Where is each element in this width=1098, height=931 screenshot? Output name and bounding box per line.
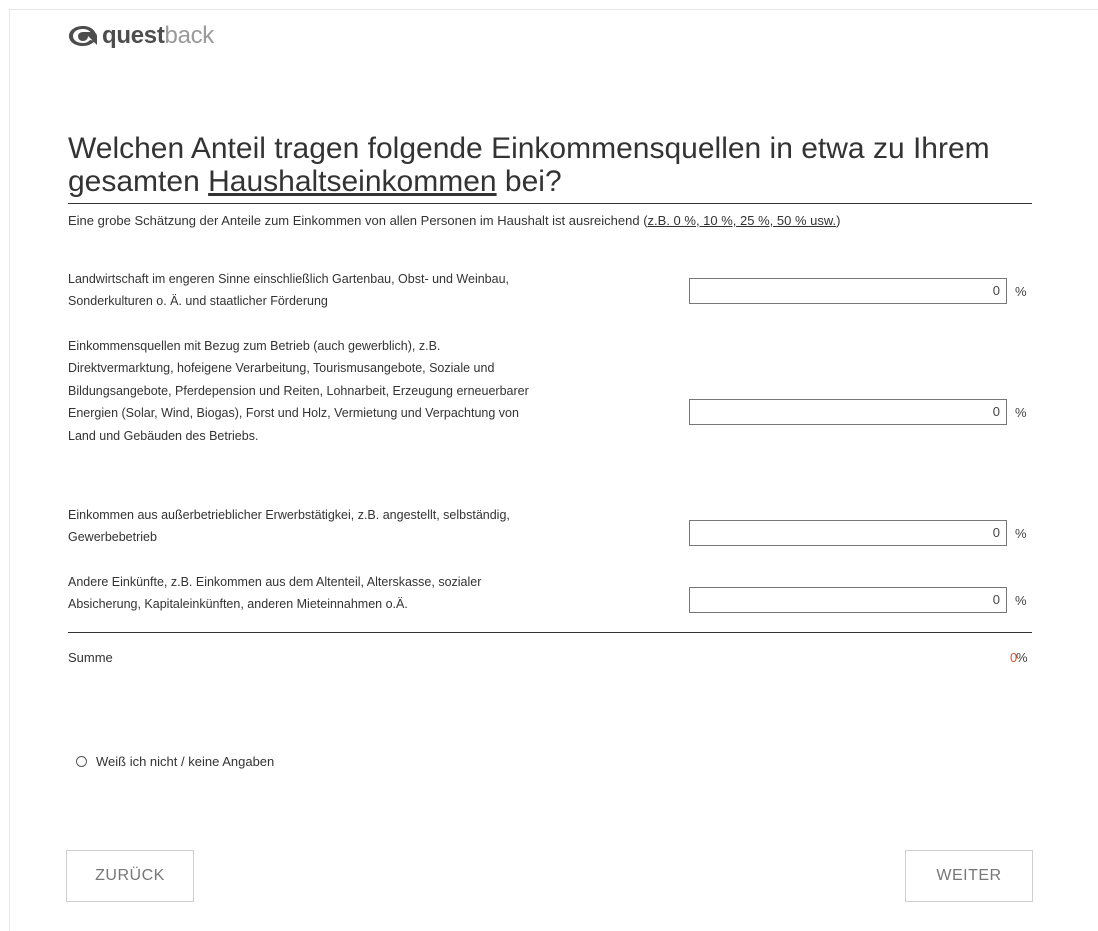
row-label-bold: Andere Einkünfte — [68, 575, 164, 589]
sum-divider — [68, 632, 1032, 633]
row-label: Einkommen aus außerbetrieblicher Erwerbs… — [68, 504, 538, 549]
row-label-bold: Landwirtschaft im engeren Sinne — [68, 272, 251, 286]
question-hint: Eine grobe Schätzung der Anteile zum Ein… — [68, 212, 1018, 230]
percent-unit: % — [1015, 405, 1027, 420]
logo-text-quest: quest — [102, 22, 165, 49]
percent-input-agriculture[interactable]: 0 — [689, 278, 1007, 304]
questback-logo-icon — [69, 26, 97, 46]
question-title: Welchen Anteil tragen folgende Einkommen… — [68, 132, 1028, 198]
percent-unit: % — [1015, 284, 1027, 299]
questback-logo: questback — [68, 22, 214, 50]
hint-close: ) — [836, 213, 841, 228]
back-button[interactable]: ZURÜCK — [66, 850, 194, 902]
percent-unit: % — [1015, 593, 1027, 608]
sum-label: Summe — [68, 650, 113, 665]
logo-text-back: back — [164, 22, 215, 49]
hint-text: Eine grobe Schätzung der Anteile zum Ein… — [68, 213, 648, 228]
row-label: Landwirtschaft im engeren Sinne einschli… — [68, 268, 538, 313]
question-text-end: bei? — [496, 165, 562, 198]
row-label-bold: Einkommen aus außerbetrieblicher Erwerbs… — [68, 508, 351, 522]
question-divider — [68, 203, 1032, 204]
row-label: Andere Einkünfte, z.B. Einkommen aus dem… — [68, 571, 538, 616]
sum-unit: % — [1016, 650, 1028, 665]
question-text-underlined: Haushaltseinkommen — [208, 165, 497, 198]
row-label-bold: Einkommensquellen mit Bezug zum Betrieb — [68, 339, 310, 353]
row-label-rest: (auch gewerblich), z.B. Direktvermarktun… — [68, 339, 529, 443]
percent-input-farm-related[interactable]: 0 — [689, 399, 1007, 425]
dont-know-option[interactable]: Weiß ich nicht / keine Angaben — [76, 754, 274, 769]
hint-example: z.B. 0 %, 10 %, 25 %, 50 % usw. — [647, 213, 837, 228]
dont-know-label: Weiß ich nicht / keine Angaben — [96, 754, 275, 769]
row-label: Einkommensquellen mit Bezug zum Betrieb … — [68, 335, 538, 447]
percent-input-external-employment[interactable]: 0 — [689, 520, 1007, 546]
percent-unit: % — [1015, 526, 1027, 541]
radio-button[interactable] — [76, 756, 87, 767]
next-button[interactable]: WEITER — [905, 850, 1033, 902]
percent-input-other[interactable]: 0 — [689, 587, 1007, 613]
